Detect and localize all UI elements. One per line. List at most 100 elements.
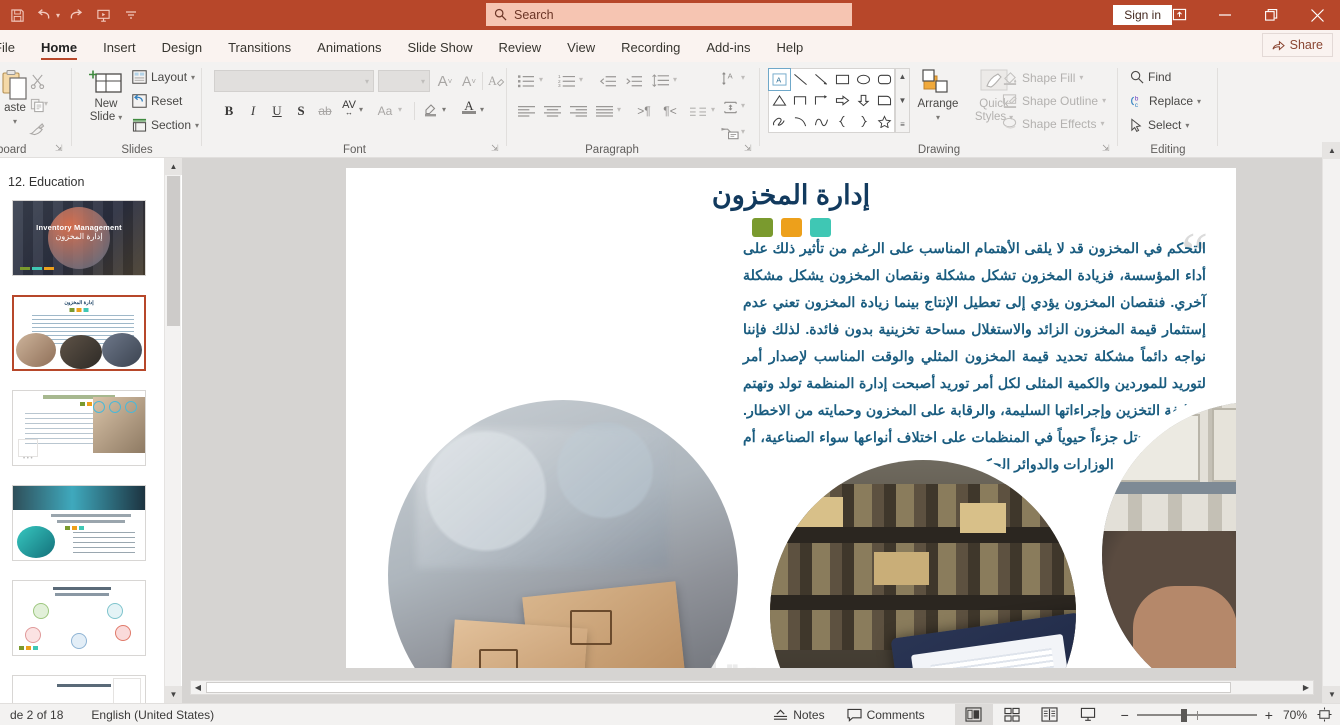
slide-counter[interactable]: de 2 of 18	[10, 708, 63, 722]
font-size-chevron-down-icon[interactable]: ▾	[421, 77, 425, 86]
align-left-button[interactable]	[515, 100, 537, 122]
increase-list-level-button[interactable]	[623, 70, 645, 92]
change-case-button[interactable]: Aa	[374, 100, 396, 122]
hscroll-thumb[interactable]	[206, 682, 1231, 693]
text-shadow-button[interactable]: S	[290, 100, 312, 122]
main-vertical-scrollbar[interactable]: ▲ ▼	[1322, 142, 1340, 703]
tab-slide-show[interactable]: Slide Show	[394, 40, 485, 62]
shape-rectangle[interactable]	[832, 69, 853, 90]
zoom-slider[interactable]	[1137, 708, 1257, 722]
comments-button[interactable]: Comments	[847, 708, 925, 722]
zoom-in-button[interactable]: +	[1265, 707, 1273, 723]
line-spacing-chevron-down-icon[interactable]: ▾	[673, 75, 677, 84]
drawing-dialog-launcher[interactable]: ⇲	[1102, 143, 1113, 154]
hscroll-left-icon[interactable]: ◀	[191, 681, 205, 694]
tab-animations[interactable]: Animations	[304, 40, 394, 62]
search-box[interactable]: Search	[486, 3, 852, 26]
zoom-out-button[interactable]: −	[1121, 707, 1129, 723]
customize-quick-access-toolbar-icon[interactable]	[118, 3, 144, 27]
convert-to-smartart-button[interactable]	[719, 122, 741, 144]
paragraph-dialog-launcher[interactable]: ⇲	[744, 143, 755, 154]
slide-title[interactable]: إدارة المخزون	[346, 180, 1236, 211]
tab-recording[interactable]: Recording	[608, 40, 693, 62]
cut-button[interactable]	[26, 70, 48, 92]
smartart-chevron-down-icon[interactable]: ▾	[741, 127, 745, 136]
slide-thumbnail-pane[interactable]: 12. Education Inventory Management إدارة…	[0, 158, 182, 703]
align-text-chevron-down-icon[interactable]: ▾	[741, 101, 745, 110]
shape-arrow-line[interactable]	[811, 69, 832, 90]
line-spacing-button[interactable]	[649, 70, 671, 92]
shape-fill-chevron-down-icon[interactable]: ▾	[1079, 73, 1083, 82]
replace-button[interactable]: bc Replace ▾	[1130, 94, 1201, 108]
character-spacing-chevron-down-icon[interactable]: ▾	[359, 105, 363, 114]
gallery-scroll-down-icon[interactable]: ▼	[899, 96, 907, 105]
shape-pentagon-callout[interactable]	[874, 90, 895, 111]
font-color-button[interactable]: A	[458, 96, 480, 118]
numbering-button[interactable]: 123	[555, 70, 577, 92]
select-chevron-down-icon[interactable]: ▾	[1185, 121, 1189, 130]
strikethrough-button[interactable]: ab	[314, 100, 336, 122]
tab-file[interactable]: File	[0, 40, 28, 62]
undo-chevron-down-icon[interactable]: ▾	[56, 11, 60, 20]
save-icon[interactable]	[4, 3, 30, 27]
gallery-scroll-up-icon[interactable]: ▲	[899, 72, 907, 81]
arrange-chevron-down-icon[interactable]: ▾	[936, 111, 940, 124]
shape-elbow-connector[interactable]	[790, 90, 811, 111]
slide-thumbnail-5[interactable]	[12, 580, 146, 656]
arrange-button[interactable]: Arrange ▾	[912, 68, 964, 124]
horizontal-scrollbar[interactable]: ◀ ▶	[190, 680, 1314, 695]
share-button[interactable]: Share	[1262, 33, 1333, 57]
shape-arc[interactable]	[790, 111, 811, 132]
decrease-font-size-button[interactable]: A˅	[458, 70, 480, 92]
start-presentation-icon[interactable]	[90, 3, 116, 27]
change-case-chevron-down-icon[interactable]: ▾	[398, 105, 402, 114]
tab-add-ins[interactable]: Add-ins	[693, 40, 763, 62]
shape-down-arrow[interactable]	[853, 90, 874, 111]
language-indicator[interactable]: English (United States)	[91, 708, 214, 722]
paste-chevron-down-icon[interactable]: ▾	[13, 115, 17, 128]
thumb-scroll-up-icon[interactable]: ▲	[165, 158, 182, 175]
layout-button[interactable]: Layout ▾	[132, 70, 195, 84]
tab-design[interactable]: Design	[149, 40, 215, 62]
tab-help[interactable]: Help	[763, 40, 816, 62]
shape-curve[interactable]	[811, 111, 832, 132]
shape-outline-chevron-down-icon[interactable]: ▾	[1102, 96, 1106, 105]
find-button[interactable]: Find	[1130, 70, 1171, 84]
format-painter-button[interactable]	[26, 117, 48, 139]
notes-button[interactable]: Notes	[773, 708, 824, 722]
text-direction-chevron-down-icon[interactable]: ▾	[741, 73, 745, 82]
columns-button[interactable]	[687, 100, 709, 122]
shape-scribble[interactable]	[769, 111, 790, 132]
numbering-chevron-down-icon[interactable]: ▾	[579, 75, 583, 84]
section-chevron-down-icon[interactable]: ▾	[195, 121, 199, 130]
shape-rounded-rectangle[interactable]	[874, 69, 895, 90]
slide-thumbnail-1[interactable]: Inventory Management إدارة المخزون	[12, 200, 146, 276]
ribbon-display-options-icon[interactable]	[1156, 0, 1202, 30]
font-size-combobox[interactable]: ▾	[378, 70, 430, 92]
increase-font-size-button[interactable]: A˅	[434, 70, 456, 92]
shape-effects-chevron-down-icon[interactable]: ▾	[1101, 119, 1105, 128]
slide-thumbnail-2[interactable]: إدارة المخزون	[12, 295, 146, 371]
thumb-scroll-down-icon[interactable]: ▼	[165, 686, 182, 703]
shape-outline-button[interactable]: Shape Outline ▾	[1002, 93, 1106, 108]
font-color-chevron-down-icon[interactable]: ▾	[480, 105, 484, 114]
clear-formatting-button[interactable]: A	[486, 70, 508, 92]
replace-chevron-down-icon[interactable]: ▾	[1197, 97, 1201, 106]
align-center-button[interactable]	[541, 100, 563, 122]
shape-line[interactable]	[790, 69, 811, 90]
undo-icon[interactable]	[32, 3, 58, 27]
text-highlight-color-button[interactable]	[420, 98, 442, 120]
tab-transitions[interactable]: Transitions	[215, 40, 304, 62]
decrease-list-level-button[interactable]	[597, 70, 619, 92]
new-slide-button[interactable]: New Slide ▾	[80, 68, 132, 124]
new-slide-chevron-down-icon[interactable]: ▾	[118, 111, 122, 124]
align-right-button[interactable]	[567, 100, 589, 122]
character-spacing-button[interactable]: AV ↔	[338, 98, 360, 120]
layout-chevron-down-icon[interactable]: ▾	[191, 73, 195, 82]
underline-button[interactable]: U	[266, 100, 288, 122]
text-direction-button[interactable]: A	[719, 68, 741, 90]
slide-thumbnail-3[interactable]: • • •	[12, 390, 146, 466]
section-button[interactable]: Section ▾	[132, 118, 199, 132]
reading-view-button[interactable]	[1031, 704, 1069, 725]
reset-button[interactable]: Reset	[132, 94, 182, 108]
